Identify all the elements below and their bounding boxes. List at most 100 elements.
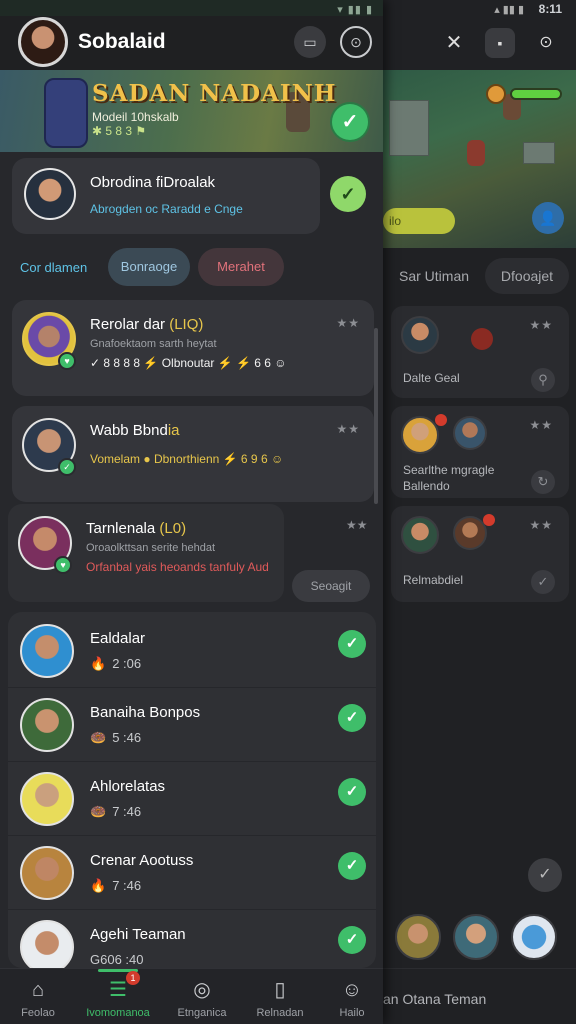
filter-label[interactable]: Cor dlamen — [20, 260, 87, 275]
bg-avatar — [453, 516, 487, 550]
bg-compass-icon[interactable]: ⊙ — [531, 28, 561, 58]
list-avatar — [20, 624, 74, 678]
stars-icon: ★★ — [336, 316, 360, 330]
list-item-meta: 🔥 2 :06 — [90, 656, 142, 671]
friend-card[interactable]: ♥ Rerolar dar (LIQ) Gnafoektaom sarth he… — [12, 300, 374, 396]
friend-activity: ✓ 8 8 8 8 ⚡ Olbnoutar ⚡ ⚡ 6 6 ☺ — [90, 356, 287, 370]
friend-status: Oroaolkttsan serite hehdat — [86, 542, 216, 554]
bg-refresh-icon[interactable]: ↻ — [531, 470, 555, 494]
nav-label: Etnganica — [177, 1007, 227, 1019]
user-avatar[interactable] — [18, 17, 68, 67]
social-panel: ▾ ▮▮ ▮ Sobalaid ▭ ⊙ SADAN NADAINH Modeil… — [0, 0, 383, 1024]
friend-name: Tarnlenala (L0) — [86, 520, 187, 537]
friend-name: Rerolar dar (LIQ) — [90, 316, 204, 333]
compass-icon[interactable]: ⊙ — [340, 26, 372, 58]
donut-icon: 🍩 — [90, 804, 107, 819]
game-banner[interactable]: SADAN NADAINH Modeil 10hskalb ✱ 5 8 3 ⚑ — [0, 70, 383, 152]
bg-avatar[interactable] — [511, 914, 557, 960]
bg-avatar[interactable] — [453, 914, 499, 960]
list-item-meta: 🍩 7 :46 — [90, 804, 142, 819]
notification-badge: 1 — [126, 971, 140, 985]
list-item[interactable]: Banaiha Bonpos 🍩 5 :46 ✓ — [8, 690, 376, 762]
bg-top-bar: ✕ ▪ ⊙ — [383, 20, 576, 70]
bg-action-icon[interactable]: ⚲ — [531, 368, 555, 392]
bg-avatar — [453, 416, 487, 450]
check-icon[interactable]: ✓ — [338, 630, 366, 658]
notification-avatar — [24, 168, 76, 220]
list-item[interactable]: Agehi Teaman G606 :40 ✓ — [8, 912, 376, 968]
list-avatar — [20, 920, 74, 968]
bg-card-label: Dalte Geal — [403, 371, 460, 385]
check-icon[interactable]: ✓ — [338, 778, 366, 806]
bg-check-fab-icon[interactable]: ✓ — [528, 858, 562, 892]
check-icon[interactable]: ✓ — [338, 704, 366, 732]
bg-coin-icon — [486, 84, 506, 104]
bg-check-icon[interactable]: ✓ — [531, 570, 555, 594]
nav-label: Feolao — [21, 1007, 55, 1019]
bg-action-pill[interactable]: ilo — [383, 208, 455, 234]
see-more-button[interactable]: Seoagit — [292, 570, 370, 602]
bg-tabs: Sar Utiman Dfooajet — [383, 258, 576, 298]
bg-stars-icon: ★★ — [529, 318, 553, 332]
list-item[interactable]: Ahlorelatas 🍩 7 :46 ✓ — [8, 764, 376, 836]
bg-bottom-label[interactable]: an Otana Teman — [383, 991, 486, 1007]
game-stats: ✱ 5 8 3 ⚑ — [92, 124, 147, 138]
bg-bottom-nav: an Otana Teman — [383, 968, 576, 1024]
check-icon[interactable]: ✓ — [338, 852, 366, 880]
signal-icon: ▾ ▮▮ ▮ — [337, 4, 373, 16]
bottom-nav: ⌂ Feolao ☰ 1 Ivomomanoa ◎ Etnganica ▯ Re… — [0, 968, 383, 1024]
fire-icon: 🔥 — [90, 656, 107, 671]
filter-chip-1[interactable]: Bonraoge — [108, 248, 190, 286]
bg-status-time: 8:11 — [538, 2, 562, 16]
nav-events[interactable]: ◎ Etnganica — [164, 969, 240, 1024]
notification-name: Obrodina fiDroalak — [90, 174, 216, 191]
bg-card[interactable]: ★★ Dalte Geal ⚲ — [391, 306, 569, 398]
scrollbar[interactable] — [374, 328, 378, 504]
online-badge-icon: ✓ — [58, 458, 76, 476]
list-item-name: Ealdalar — [90, 630, 146, 647]
bg-avatar — [401, 516, 439, 554]
bg-chat-icon[interactable]: ▪ — [485, 28, 515, 58]
stars-icon: ★★ — [346, 518, 368, 532]
friend-name: Wabb Bbndia — [90, 422, 180, 439]
banner-check-icon[interactable]: ✓ — [332, 104, 368, 140]
message-icon[interactable]: ▭ — [294, 26, 326, 58]
bg-game-character — [467, 140, 485, 166]
bg-card[interactable]: ★★ Relmabdiel ✓ — [391, 506, 569, 602]
list-item[interactable]: Ealdalar 🔥 2 :06 ✓ — [8, 616, 376, 688]
list-item-name: Banaiha Bonpos — [90, 704, 201, 721]
check-icon[interactable]: ✓ — [338, 926, 366, 954]
bg-profile-icon[interactable]: 👤 — [532, 202, 564, 234]
online-badge-icon: ♥ — [58, 352, 76, 370]
list-item-meta: 🔥 7 :46 — [90, 878, 142, 893]
donut-icon: 🍩 — [90, 730, 107, 745]
bg-avatar[interactable] — [395, 914, 441, 960]
nav-relations[interactable]: ▯ Relnadan — [242, 969, 318, 1024]
nav-label: Hailo — [339, 1007, 365, 1019]
friend-list: Ealdalar 🔥 2 :06 ✓ Banaiha Bonpos 🍩 5 :46 … — [8, 612, 376, 968]
list-avatar — [20, 772, 74, 826]
nav-label: Ivomomanoa — [86, 1007, 150, 1019]
chat-check-icon[interactable]: ✓ — [330, 176, 366, 212]
controller-icon: ◎ — [193, 979, 211, 1001]
bg-avatar — [401, 316, 439, 354]
filter-chip-2[interactable]: Merahet — [198, 248, 284, 286]
nav-home[interactable]: ⌂ Feolao — [0, 969, 76, 1024]
header: Sobalaid ▭ ⊙ — [0, 16, 383, 70]
notification-card[interactable]: Obrodina fiDroalak Abrogden oc Raradd e … — [12, 158, 320, 234]
list-avatar — [20, 698, 74, 752]
bg-card-label: Relmabdiel — [403, 573, 464, 587]
home-icon: ⌂ — [31, 979, 45, 1001]
close-icon[interactable]: ✕ — [439, 28, 469, 58]
bg-tab-chip[interactable]: Dfooajet — [485, 258, 569, 294]
friend-card[interactable]: ✓ Wabb Bbndia Vomelam ● Dbnorthienn ⚡ 6 … — [12, 406, 374, 502]
card-icon: ▯ — [274, 979, 286, 1001]
bg-tab-title[interactable]: Sar Utiman — [399, 268, 469, 284]
bg-card[interactable]: ★★ Searlthe mgragle Ballendo ↻ — [391, 406, 569, 498]
game-character-art — [44, 78, 88, 148]
list-item[interactable]: Crenar Aootuss 🔥 7 :46 ✓ — [8, 838, 376, 910]
friend-card[interactable]: ♥ Tarnlenala (L0) Oroaolkttsan serite he… — [8, 504, 284, 602]
nav-messages[interactable]: ☰ 1 Ivomomanoa — [80, 969, 156, 1024]
nav-profile[interactable]: ☺ Hailo — [314, 969, 390, 1024]
bg-ruin-stone — [523, 142, 555, 164]
